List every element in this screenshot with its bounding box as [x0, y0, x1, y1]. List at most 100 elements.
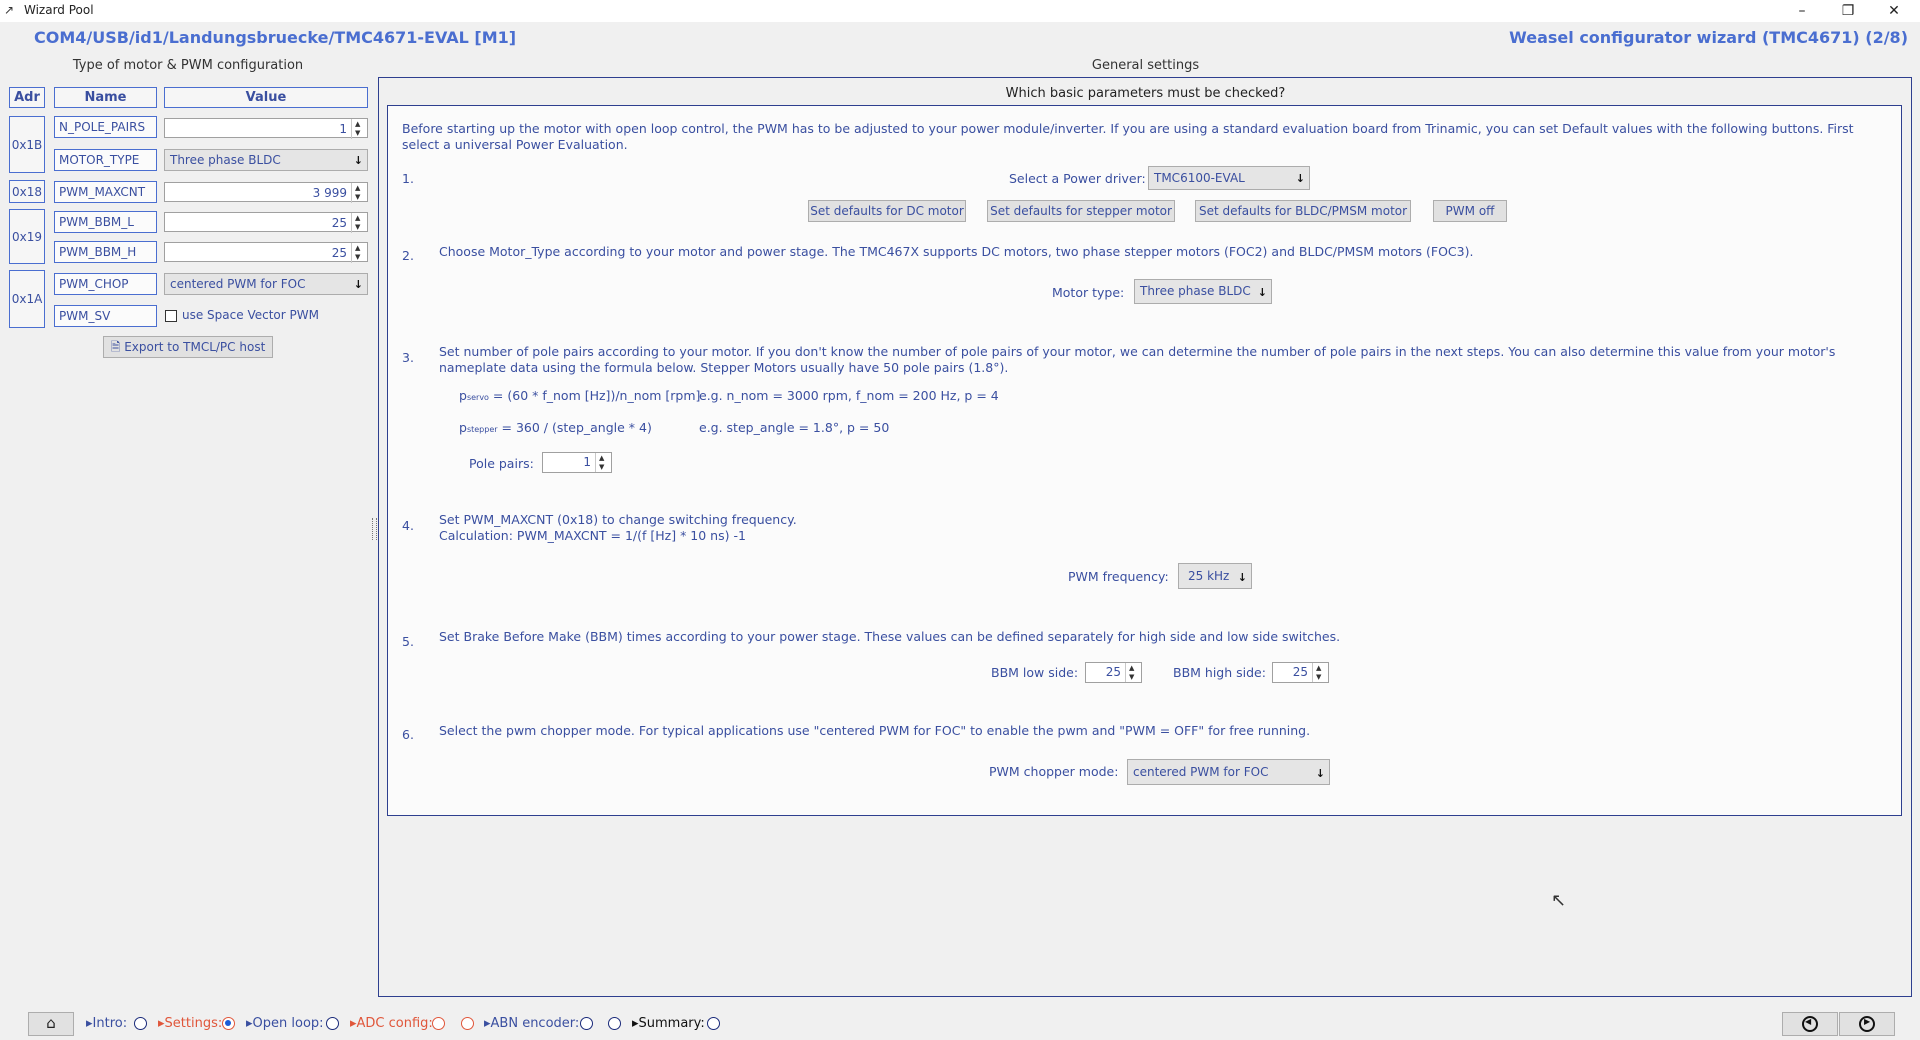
space-vector-checkbox[interactable] [165, 310, 177, 322]
abn-step-radio-2[interactable] [608, 1017, 621, 1030]
register-name: N_POLE_PAIRS [54, 116, 157, 138]
step-number: 5. [402, 634, 414, 649]
bbm-high-label: BBM high side: [1173, 665, 1266, 680]
adr-header: Adr [9, 87, 45, 108]
spin-arrows[interactable]: ▲ ▼ [595, 453, 611, 472]
pwm-frequency-label: PWM frequency: [1068, 569, 1169, 584]
spin-arrows[interactable]: ▲ ▼ [351, 243, 367, 263]
export-button[interactable]: 🗎 Export to TMCL/PC host [103, 336, 273, 358]
dropdown-arrow-icon: ↓ [1315, 767, 1325, 780]
pwm-chopper-label: PWM chopper mode: [989, 764, 1119, 779]
spin-up-icon: ▲ [599, 454, 605, 462]
nav-summary[interactable]: ▸Summary: [632, 1016, 705, 1031]
stepper-formula: pstepper = 360 / (step_angle * 4) [459, 420, 652, 435]
restore-button[interactable]: ❐ [1826, 0, 1870, 22]
motor-type-select[interactable]: Three phase BLDC ↓ [164, 149, 368, 171]
pwm-frequency-select[interactable]: 25 kHz ↓ [1178, 563, 1252, 589]
pwm-bbm-h-input[interactable]: 25 ▲ ▼ [164, 242, 368, 263]
nav-adc-config[interactable]: ▸ADC config: [350, 1016, 433, 1031]
restore-icon: ❐ [1841, 3, 1855, 19]
spin-arrows[interactable]: ▲ ▼ [1312, 663, 1328, 682]
register-name: PWM_CHOP [54, 273, 157, 295]
chopper-text: Select the pwm chopper mode. For typical… [439, 723, 1311, 738]
nav-settings[interactable]: ▸Settings: [158, 1016, 222, 1031]
spin-arrows[interactable]: ▲ ▼ [351, 119, 367, 139]
adr-cell: 0x1B [9, 116, 45, 173]
bldc-defaults-button[interactable]: Set defaults for BLDC/PMSM motor [1195, 200, 1411, 222]
bbm-high-input[interactable]: 25 ▲ ▼ [1272, 662, 1329, 683]
question-heading: Which basic parameters must be checked? [1005, 86, 1286, 101]
step-number: 6. [402, 727, 414, 742]
bbm-low-label: BBM low side: [991, 665, 1079, 680]
space-vector-label: use Space Vector PWM [182, 308, 319, 322]
spin-arrows[interactable]: ▲ ▼ [1125, 663, 1141, 682]
spin-up-icon: ▲ [1316, 664, 1322, 672]
spin-down-icon: ▼ [355, 253, 361, 261]
adc-step-radio-1[interactable] [432, 1017, 445, 1030]
spin-up-icon: ▲ [1129, 664, 1135, 672]
motor-type-dropdown[interactable]: Three phase BLDC ↓ [1134, 279, 1272, 304]
motor-type-text: Choose Motor_Type according to your moto… [439, 244, 1474, 259]
close-icon: ✕ [1888, 3, 1900, 19]
minimize-icon: – [1798, 3, 1806, 19]
step-number: 3. [402, 350, 414, 365]
next-button[interactable]: ▶ [1839, 1012, 1895, 1036]
close-button[interactable]: ✕ [1872, 0, 1916, 22]
spin-arrows[interactable]: ▲ ▼ [351, 183, 367, 203]
pwm-bbm-l-input[interactable]: 25 ▲ ▼ [164, 212, 368, 233]
dc-defaults-button[interactable]: Set defaults for DC motor [808, 200, 966, 222]
home-button[interactable]: ⌂ [28, 1012, 74, 1036]
settings-step-radio[interactable] [222, 1017, 235, 1030]
abn-step-radio-1[interactable] [580, 1017, 593, 1030]
summary-step-radio[interactable] [707, 1017, 720, 1030]
minimize-button[interactable]: – [1780, 0, 1824, 22]
open-loop-step-radio[interactable] [326, 1017, 339, 1030]
nav-intro[interactable]: ▸Intro: [86, 1016, 127, 1031]
spin-down-icon: ▼ [355, 223, 361, 231]
title-bar: ↗ Wizard Pool – ❐ ✕ [0, 0, 1920, 22]
pole-pairs-text: Set number of pole pairs according to yo… [439, 344, 1836, 375]
intro-step-radio[interactable] [134, 1017, 147, 1030]
spin-up-icon: ▲ [355, 214, 361, 222]
pwm-off-button[interactable]: PWM off [1433, 200, 1507, 222]
mouse-cursor-icon: ↖ [1551, 890, 1567, 911]
spin-arrows[interactable]: ▲ ▼ [351, 213, 367, 233]
back-button[interactable]: ◀ [1782, 1012, 1838, 1036]
nav-abn-encoder[interactable]: ▸ABN encoder: [484, 1016, 579, 1031]
bbm-low-input[interactable]: 25 ▲ ▼ [1085, 662, 1142, 683]
adr-cell: 0x18 [9, 180, 45, 203]
servo-example: e.g. n_nom = 3000 rpm, f_nom = 200 Hz, p… [699, 388, 999, 403]
dropdown-arrow-icon: ↓ [1295, 172, 1305, 185]
power-driver-select[interactable]: TMC6100-EVAL ↓ [1148, 166, 1310, 190]
panel-splitter[interactable] [372, 518, 377, 540]
adc-step-radio-2[interactable] [461, 1017, 474, 1030]
nav-open-loop[interactable]: ▸Open loop: [246, 1016, 324, 1031]
spin-down-icon: ▼ [599, 463, 605, 471]
wand-icon: ↗ [4, 3, 15, 17]
servo-formula: pservo = (60 * f_nom [Hz])/n_nom [rpm] [459, 388, 701, 403]
register-name: PWM_BBM_L [54, 211, 157, 233]
power-driver-label: Select a Power driver: [1009, 171, 1146, 186]
pwm-maxcnt-text: Set PWM_MAXCNT (0x18) to change switchin… [439, 512, 797, 527]
left-panel-caption: Type of motor & PWM configuration [72, 58, 304, 73]
dropdown-arrow-icon: ↓ [1237, 571, 1247, 584]
pwm-chop-select[interactable]: centered PWM for FOC ↓ [164, 273, 368, 295]
step-number: 4. [402, 518, 414, 533]
stepper-defaults-button[interactable]: Set defaults for stepper motor [987, 200, 1175, 222]
pwm-chopper-select[interactable]: centered PWM for FOC ↓ [1127, 759, 1330, 785]
pole-pairs-input[interactable]: 1 ▲ ▼ [542, 452, 612, 473]
spin-down-icon: ▼ [355, 129, 361, 137]
spin-up-icon: ▲ [355, 244, 361, 252]
adr-cell: 0x19 [9, 209, 45, 264]
home-icon: ⌂ [46, 1014, 56, 1032]
intro-text: Before starting up the motor with open l… [402, 121, 1854, 152]
n-pole-pairs-input[interactable]: 1 ▲ ▼ [164, 118, 368, 139]
spin-up-icon: ▲ [355, 120, 361, 128]
spin-up-icon: ▲ [355, 184, 361, 192]
adr-cell: 0x1A [9, 270, 45, 328]
step-number: 1. [402, 171, 414, 186]
motor-type-label: Motor type: [1052, 285, 1125, 300]
wizard-navigation-bar: ⌂ ▸Intro: ▸Settings: ▸Open loop: ▸ADC co… [0, 1004, 1920, 1040]
register-name: PWM_SV [54, 305, 157, 327]
pwm-maxcnt-input[interactable]: 3 999 ▲ ▼ [164, 182, 368, 203]
